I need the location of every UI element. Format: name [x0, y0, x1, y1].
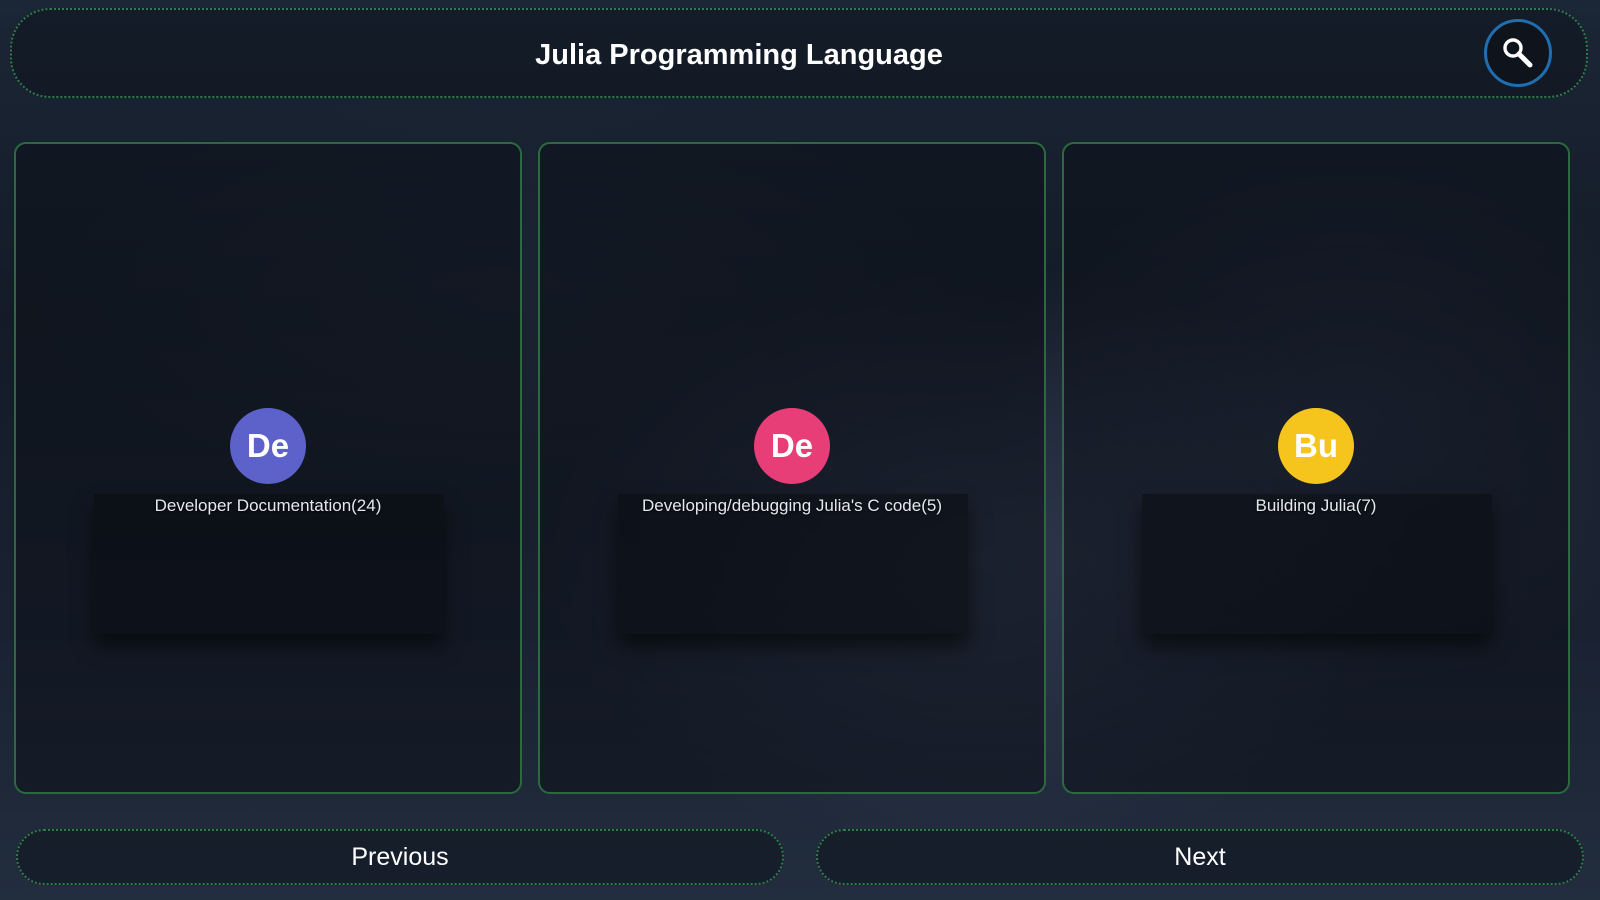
avatar-initials: De [246, 427, 290, 464]
category-avatar: Bu [1278, 408, 1354, 484]
category-avatar: De [754, 408, 830, 484]
category-label: Developer Documentation(24) [154, 496, 382, 515]
search-button[interactable] [1484, 19, 1552, 87]
category-grid: De Developer Documentation(24) De Develo… [14, 142, 1574, 794]
search-icon [1503, 38, 1533, 68]
category-card-developing-debugging[interactable]: De Developing/debugging Julia's C code(5… [538, 142, 1046, 794]
avatar-initials: De [770, 427, 814, 464]
category-card-developer-documentation[interactable]: De Developer Documentation(24) [14, 142, 522, 794]
category-label: Developing/debugging Julia's C code(5) [642, 496, 942, 515]
app-header: Julia Programming Language [10, 8, 1588, 98]
category-label: Building Julia(7) [1255, 496, 1377, 515]
page-title: Julia Programming Language [535, 39, 943, 71]
avatar-initials: Bu [1294, 427, 1338, 464]
next-button[interactable]: Next [816, 829, 1584, 885]
category-card-building-julia[interactable]: Bu Building Julia(7) [1062, 142, 1570, 794]
previous-button[interactable]: Previous [16, 829, 784, 885]
category-avatar: De [230, 408, 306, 484]
